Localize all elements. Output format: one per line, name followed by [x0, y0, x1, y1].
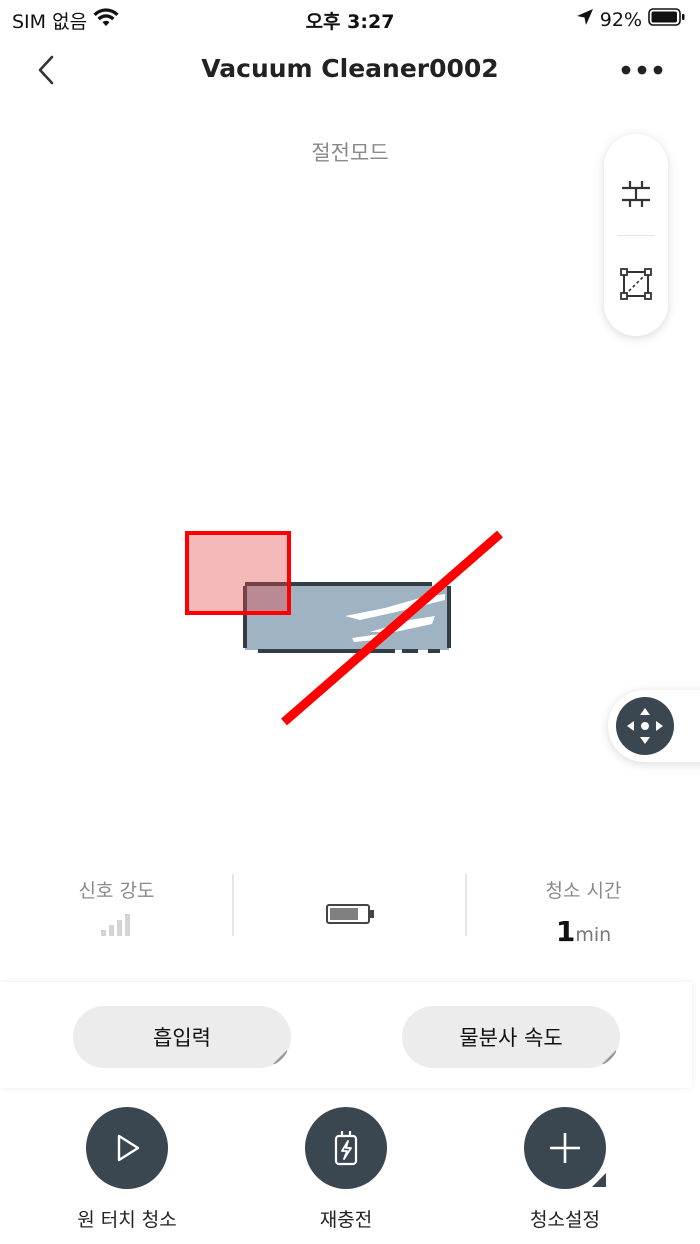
water-flow-label: 물분사 속도 — [459, 1026, 563, 1050]
dropdown-corner-icon — [273, 1050, 287, 1064]
chevron-left-icon — [38, 55, 54, 85]
status-left: SIM 없음 — [12, 7, 119, 34]
more-dots-icon — [621, 65, 663, 75]
battery-stat — [233, 866, 466, 956]
no-go-zone — [185, 531, 291, 615]
no-go-zone-button[interactable] — [604, 252, 668, 316]
virtual-wall-icon — [622, 181, 650, 207]
wifi-icon — [93, 8, 119, 33]
device-stats: 신호 강도 청소 시간 1min — [0, 866, 700, 956]
carrier-text: SIM 없음 — [12, 11, 88, 33]
dropdown-corner-icon — [592, 1173, 606, 1187]
dropdown-corner-icon — [602, 1050, 616, 1064]
remote-control-tab — [608, 690, 700, 762]
page-title: Vacuum Cleaner0002 — [201, 54, 499, 83]
suction-power-label: 흡입력 — [153, 1026, 211, 1050]
charging-icon — [334, 1131, 358, 1166]
one-touch-clean-button[interactable]: 원 터치 청소 — [47, 1107, 207, 1232]
plus-icon — [550, 1133, 580, 1163]
status-bar: SIM 없음 오후 3:27 92% — [0, 0, 700, 36]
water-flow-button[interactable]: 물분사 속도 — [402, 1006, 620, 1068]
remote-control-button[interactable] — [616, 697, 674, 755]
tool-divider — [618, 235, 654, 236]
back-button[interactable] — [28, 52, 64, 88]
mode-status-text: 절전모드 — [311, 141, 389, 165]
cleaning-time-value: 1min — [467, 915, 700, 948]
location-arrow-icon — [576, 8, 594, 31]
status-right: 92% — [576, 7, 686, 32]
nav-bar: Vacuum Cleaner0002 — [0, 40, 700, 100]
signal-strength-stat: 신호 강도 — [0, 866, 233, 956]
no-go-zone-icon — [620, 268, 652, 300]
play-icon — [117, 1134, 140, 1162]
cleaning-settings-label: 청소설정 — [530, 1209, 600, 1231]
signal-bars-icon — [0, 913, 233, 941]
cleaning-time-unit: min — [575, 924, 612, 946]
cleaning-settings-circle — [524, 1107, 606, 1189]
device-battery-icon — [233, 902, 466, 930]
one-touch-clean-circle — [86, 1107, 168, 1189]
directional-pad-icon — [627, 708, 663, 744]
recharge-button[interactable]: 재충전 — [266, 1107, 426, 1232]
recharge-label: 재충전 — [319, 1209, 373, 1231]
suction-power-button[interactable]: 흡입력 — [73, 1006, 291, 1068]
one-touch-clean-label: 원 터치 청소 — [77, 1209, 177, 1231]
cleaning-settings-button[interactable]: 청소설정 — [485, 1107, 645, 1232]
cleaning-map[interactable] — [170, 520, 530, 740]
bottom-action-bar: 원 터치 청소 재충전 청소설정 — [0, 1095, 700, 1244]
signal-strength-label: 신호 강도 — [78, 880, 155, 902]
recharge-circle — [305, 1107, 387, 1189]
virtual-wall-button[interactable] — [604, 162, 668, 226]
cleaning-time-label: 청소 시간 — [545, 880, 622, 902]
cleaning-time-number: 1 — [555, 915, 576, 948]
cleaning-time-stat: 청소 시간 1min — [467, 866, 700, 956]
map-tool-panel — [604, 134, 668, 336]
battery-percent-text: 92% — [599, 8, 642, 31]
more-button[interactable] — [618, 54, 666, 86]
battery-icon — [648, 7, 686, 32]
settings-panel: 흡입력 물분사 속도 — [0, 982, 692, 1088]
